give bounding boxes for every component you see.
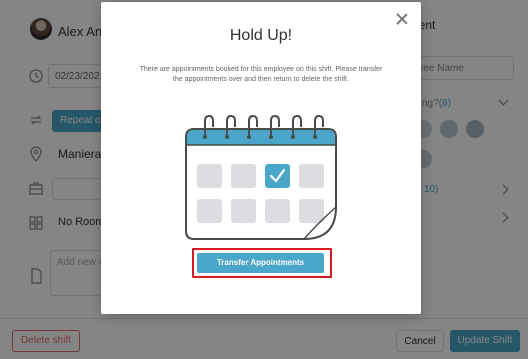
checked-day-cell — [265, 164, 290, 188]
calendar-illustration — [185, 115, 337, 240]
hold-up-dialog: Hold Up! There are appointments booked f… — [101, 2, 421, 314]
dialog-message: There are appointments booked for this e… — [139, 66, 383, 83]
dialog-title: Hold Up! — [229, 27, 293, 44]
transfer-appointments-button[interactable]: Transfer Appointments — [197, 253, 324, 273]
close-icon[interactable] — [395, 12, 409, 26]
